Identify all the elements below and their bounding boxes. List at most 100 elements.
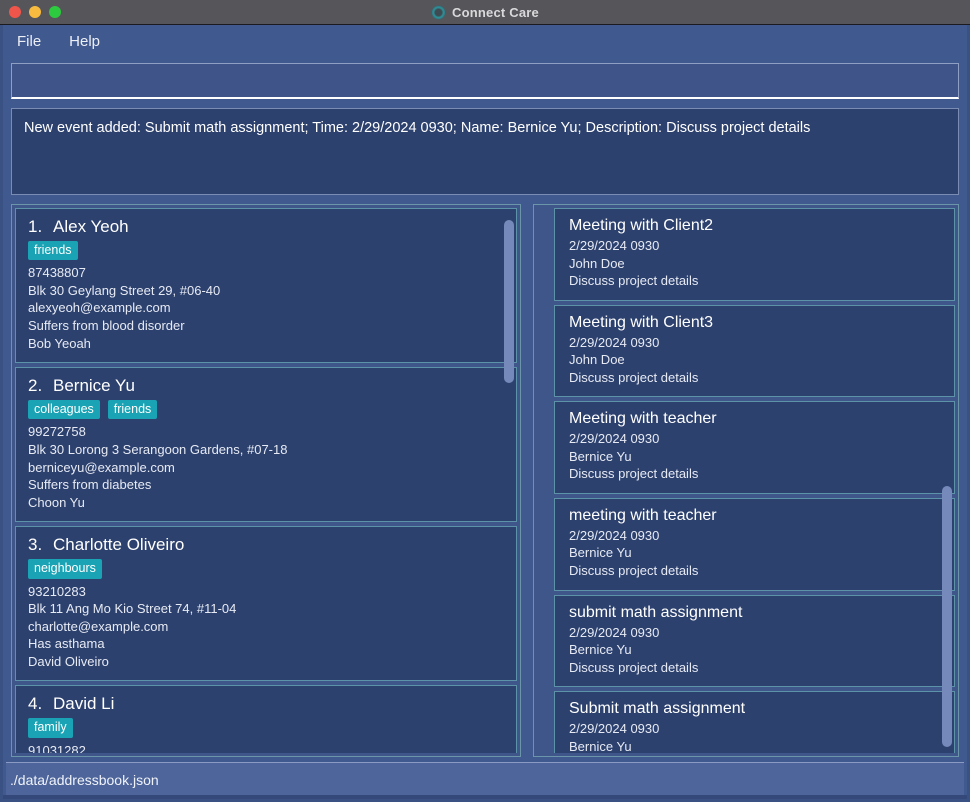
event-title: Meeting with Client3 [569,313,714,331]
event-card[interactable]: submit math assignment 2/29/2024 0930 Bern… [554,594,955,688]
person-index: 1. [28,217,43,236]
person-list-scrollbar-thumb[interactable] [504,219,514,383]
person-tag-row: colleagues friends [28,400,506,420]
event-title: Meeting with Client2 [569,217,714,234]
person-condition: Suffers from diabetes [28,477,152,493]
person-tag: friends [107,400,158,420]
person-condition: Has asthama [28,636,105,652]
person-tag-row: neighbours [28,559,506,579]
person-list[interactable]: 1. Alex Yeoh friends 87438807 Blk 30 Geylang… [15,208,517,753]
event-person: Bernice Yu [569,545,632,561]
event-person: John Doe [569,255,625,271]
person-name: Alex Yeoh [53,217,129,236]
person-card[interactable]: 3. Charlotte Oliveiro neighbours 93210283 Bl… [15,526,517,682]
person-address: Blk 11 Ang Mo Kio Street 74, #11-04 [28,601,237,617]
event-person: Bernice Yu [569,642,632,658]
event-list-scrollbar[interactable] [941,209,953,752]
event-card[interactable]: Meeting with Client3 2/29/2024 0930 John D… [554,304,955,398]
person-card-header: 2. Bernice Yu [28,376,506,396]
person-tag: friends [28,241,78,261]
close-window-button[interactable] [9,6,21,18]
event-datetime: 2/29/2024 0930 [569,527,660,543]
event-person: John Doe [569,352,625,368]
event-title: submit math assignment [569,603,743,621]
split-panes: 1. Alex Yeoh friends 87438807 Blk 30 Geylang… [11,204,959,757]
title-bar: Connect Care [0,0,970,25]
application-window: Connect Care File Help New event added: … [0,0,970,802]
command-input[interactable] [12,72,958,89]
event-list[interactable]: Meeting with Client2 2/29/2024 0930 John D… [554,208,955,753]
event-person: Bernice Yu [569,448,632,464]
person-card[interactable]: 4.David Lifamily91031282Blk 436 Serangoo… [15,685,517,753]
person-tag-row: family [28,718,506,738]
menu-item-file[interactable]: File [13,31,45,52]
event-datetime: 2/29/2024 0930 [569,238,660,253]
connect-care-logo-icon [431,5,447,20]
event-card[interactable]: Submit math assignment 2/29/2024 0930 Bern… [554,691,955,753]
person-address: Blk 30 Lorong 3 Serangoon Gardens, #07-1… [28,442,288,458]
menu-bar: File Help [3,25,967,57]
person-name: Charlotte Oliveiro [53,535,185,555]
event-card[interactable]: Meeting with teacher 2/29/2024 0930 Bernic… [554,401,955,494]
person-tag-row: friends [28,241,506,261]
person-card-header: 1. Alex Yeoh [28,217,506,237]
person-phone: 99272758 [28,424,86,440]
event-description: Discuss project details [569,563,699,579]
command-box[interactable] [11,63,959,99]
person-next-of-kin: Bob Yeoah [28,335,91,351]
event-description: Discuss project details [569,659,699,675]
event-title: Submit math assignment [569,700,746,718]
person-index: 2. [28,376,43,396]
person-phone: 91031282 [28,742,86,753]
person-list-panel: 1. Alex Yeoh friends 87438807 Blk 30 Geylang… [11,204,521,757]
person-address: Blk 30 Geylang Street 29, #06-40 [28,282,221,298]
event-description: Discuss project details [569,466,699,482]
event-datetime: 2/29/2024 0930 [569,624,660,640]
person-card[interactable]: 2. Bernice Yu colleagues friends 99272758 Blk… [15,367,517,523]
save-location-text: ./data/addressbook.json [10,771,159,788]
person-card[interactable]: 1. Alex Yeoh friends 87438807 Blk 30 Geylang… [15,208,517,364]
result-display-text: New event added: Submit math assignment;… [24,120,811,136]
menu-item-help[interactable]: Help [65,31,104,52]
person-tag: neighbours [28,559,102,579]
maximize-window-button[interactable] [49,6,61,18]
event-card[interactable]: meeting with teacher 2/29/2024 0930 Bernic… [554,497,955,591]
minimize-window-button[interactable] [29,6,41,18]
window-body: File Help New event added: Submit math a… [0,25,970,802]
person-condition: Suffers from blood disorder [28,318,185,334]
person-index: 3. [28,535,43,555]
person-phone: 93210283 [28,583,86,599]
person-card-header: 3. Charlotte Oliveiro [28,535,506,555]
event-datetime: 2/29/2024 0930 [569,431,660,447]
title-bar-center: Connect Care [0,0,970,25]
person-name: David Li [53,694,115,714]
event-list-scrollbar-thumb[interactable] [942,485,952,747]
event-list-panel: Meeting with Client2 2/29/2024 0930 John D… [533,204,959,757]
person-email: alexyeoh@example.com [28,300,171,316]
person-phone: 87438807 [28,265,86,281]
person-tag: colleagues [28,400,100,420]
person-email: charlotte@example.com [28,618,169,634]
person-next-of-kin: Choon Yu [28,494,85,510]
person-next-of-kin: David Oliveiro [28,653,109,669]
window-title: Connect Care [452,5,539,20]
person-tag: family [28,718,73,738]
event-title: meeting with teacher [569,506,717,524]
status-bar: ./data/addressbook.json [6,762,964,796]
event-description: Discuss project details [569,273,699,289]
pane-divider[interactable] [521,204,533,757]
event-person: Bernice Yu [569,738,632,753]
event-title: Meeting with teacher [569,410,717,428]
person-index: 4. [28,694,43,714]
event-datetime: 2/29/2024 0930 [569,334,660,350]
person-list-scrollbar[interactable] [503,209,515,752]
event-card[interactable]: Meeting with Client2 2/29/2024 0930 John D… [554,208,955,301]
person-name: Bernice Yu [53,376,135,396]
person-email: berniceyu@example.com [28,459,175,475]
window-controls [9,6,61,18]
event-datetime: 2/29/2024 0930 [569,721,660,737]
person-card-header: 4. David Li [28,694,506,714]
window-bottom-edge [3,795,967,799]
event-description: Discuss project details [569,369,699,385]
result-display-panel: New event added: Submit math assignment;… [11,108,959,195]
